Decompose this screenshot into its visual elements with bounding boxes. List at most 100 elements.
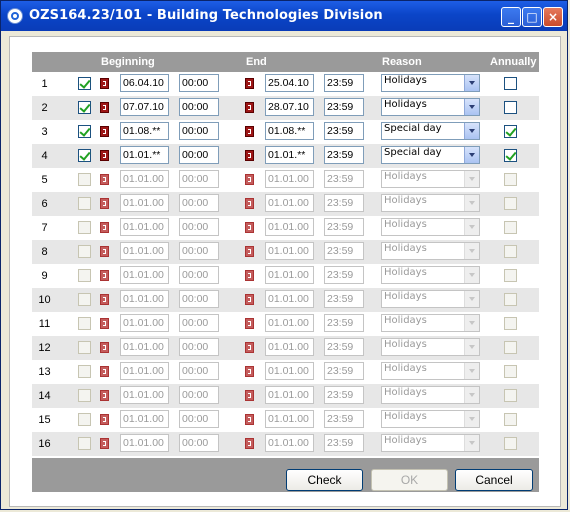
- maximize-button[interactable]: □: [522, 7, 542, 27]
- end-date-field[interactable]: 01.01.00: [265, 242, 314, 260]
- annually-checkbox[interactable]: [504, 197, 517, 210]
- reason-select[interactable]: Holidays: [381, 410, 480, 428]
- chevron-down-icon[interactable]: [464, 435, 479, 451]
- chevron-down-icon[interactable]: [464, 99, 479, 115]
- end-date-field[interactable]: 01.01.00: [265, 290, 314, 308]
- annually-checkbox[interactable]: [504, 245, 517, 258]
- chevron-down-icon[interactable]: [464, 171, 479, 187]
- calendar-icon[interactable]: [245, 102, 254, 113]
- annually-checkbox[interactable]: [504, 317, 517, 330]
- begin-date-field[interactable]: 01.01.00: [120, 170, 169, 188]
- annually-checkbox[interactable]: [504, 101, 517, 114]
- reason-select[interactable]: Holidays: [381, 386, 480, 404]
- begin-time-field[interactable]: 00:00: [179, 242, 219, 260]
- reason-select[interactable]: Holidays: [381, 362, 480, 380]
- calendar-icon[interactable]: [100, 222, 109, 233]
- begin-time-field[interactable]: 00:00: [179, 98, 219, 116]
- end-date-field[interactable]: 01.01.00: [265, 170, 314, 188]
- reason-select[interactable]: Holidays: [381, 218, 480, 236]
- begin-time-field[interactable]: 00:00: [179, 74, 219, 92]
- calendar-icon[interactable]: [100, 174, 109, 185]
- end-date-field[interactable]: 01.01.00: [265, 386, 314, 404]
- reason-select[interactable]: Special day: [381, 146, 480, 164]
- annually-checkbox[interactable]: [504, 149, 517, 162]
- calendar-icon[interactable]: [245, 438, 254, 449]
- end-date-field[interactable]: 28.07.10: [265, 98, 314, 116]
- end-time-field[interactable]: 23:59: [324, 434, 364, 452]
- calendar-icon[interactable]: [100, 318, 109, 329]
- annually-checkbox[interactable]: [504, 221, 517, 234]
- reason-select[interactable]: Holidays: [381, 266, 480, 284]
- begin-time-field[interactable]: 00:00: [179, 266, 219, 284]
- annually-checkbox[interactable]: [504, 389, 517, 402]
- end-time-field[interactable]: 23:59: [324, 362, 364, 380]
- reason-select[interactable]: Holidays: [381, 338, 480, 356]
- reason-select[interactable]: Holidays: [381, 434, 480, 452]
- begin-date-field[interactable]: 01.01.00: [120, 434, 169, 452]
- chevron-down-icon[interactable]: [464, 363, 479, 379]
- end-time-field[interactable]: 23:59: [324, 338, 364, 356]
- end-date-field[interactable]: 01.01.**: [265, 146, 314, 164]
- begin-time-field[interactable]: 00:00: [179, 146, 219, 164]
- row-enable-checkbox[interactable]: [78, 269, 91, 282]
- begin-time-field[interactable]: 00:00: [179, 362, 219, 380]
- chevron-down-icon[interactable]: [464, 315, 479, 331]
- end-time-field[interactable]: 23:59: [324, 314, 364, 332]
- begin-time-field[interactable]: 00:00: [179, 218, 219, 236]
- row-enable-checkbox[interactable]: [78, 173, 91, 186]
- end-time-field[interactable]: 23:59: [324, 170, 364, 188]
- close-button[interactable]: ×: [543, 7, 563, 27]
- calendar-icon[interactable]: [100, 294, 109, 305]
- end-time-field[interactable]: 23:59: [324, 410, 364, 428]
- chevron-down-icon[interactable]: [464, 387, 479, 403]
- calendar-icon[interactable]: [245, 198, 254, 209]
- begin-time-field[interactable]: 00:00: [179, 290, 219, 308]
- chevron-down-icon[interactable]: [464, 147, 479, 163]
- calendar-icon[interactable]: [100, 390, 109, 401]
- begin-time-field[interactable]: 00:00: [179, 338, 219, 356]
- annually-checkbox[interactable]: [504, 293, 517, 306]
- calendar-icon[interactable]: [245, 246, 254, 257]
- end-time-field[interactable]: 23:59: [324, 242, 364, 260]
- begin-date-field[interactable]: 01.01.**: [120, 146, 169, 164]
- end-time-field[interactable]: 23:59: [324, 74, 364, 92]
- calendar-icon[interactable]: [100, 150, 109, 161]
- annually-checkbox[interactable]: [504, 413, 517, 426]
- end-time-field[interactable]: 23:59: [324, 98, 364, 116]
- row-enable-checkbox[interactable]: [78, 149, 91, 162]
- begin-date-field[interactable]: 07.07.10: [120, 98, 169, 116]
- calendar-icon[interactable]: [245, 222, 254, 233]
- row-enable-checkbox[interactable]: [78, 125, 91, 138]
- begin-date-field[interactable]: 01.01.00: [120, 266, 169, 284]
- row-enable-checkbox[interactable]: [78, 77, 91, 90]
- begin-date-field[interactable]: 01.01.00: [120, 242, 169, 260]
- calendar-icon[interactable]: [245, 126, 254, 137]
- minimize-button[interactable]: _: [501, 7, 521, 27]
- calendar-icon[interactable]: [100, 126, 109, 137]
- end-time-field[interactable]: 23:59: [324, 290, 364, 308]
- end-time-field[interactable]: 23:59: [324, 218, 364, 236]
- row-enable-checkbox[interactable]: [78, 197, 91, 210]
- reason-select[interactable]: Holidays: [381, 314, 480, 332]
- end-date-field[interactable]: 01.01.00: [265, 362, 314, 380]
- reason-select[interactable]: Special day: [381, 122, 480, 140]
- chevron-down-icon[interactable]: [464, 267, 479, 283]
- end-date-field[interactable]: 01.01.00: [265, 410, 314, 428]
- calendar-icon[interactable]: [100, 414, 109, 425]
- calendar-icon[interactable]: [100, 198, 109, 209]
- annually-checkbox[interactable]: [504, 341, 517, 354]
- end-time-field[interactable]: 23:59: [324, 194, 364, 212]
- end-time-field[interactable]: 23:59: [324, 266, 364, 284]
- row-enable-checkbox[interactable]: [78, 437, 91, 450]
- calendar-icon[interactable]: [245, 78, 254, 89]
- reason-select[interactable]: Holidays: [381, 290, 480, 308]
- calendar-icon[interactable]: [245, 294, 254, 305]
- end-date-field[interactable]: 01.01.00: [265, 314, 314, 332]
- calendar-icon[interactable]: [245, 174, 254, 185]
- reason-select[interactable]: Holidays: [381, 170, 480, 188]
- row-enable-checkbox[interactable]: [78, 365, 91, 378]
- check-button[interactable]: Check: [286, 469, 363, 491]
- calendar-icon[interactable]: [100, 270, 109, 281]
- end-time-field[interactable]: 23:59: [324, 122, 364, 140]
- calendar-icon[interactable]: [245, 414, 254, 425]
